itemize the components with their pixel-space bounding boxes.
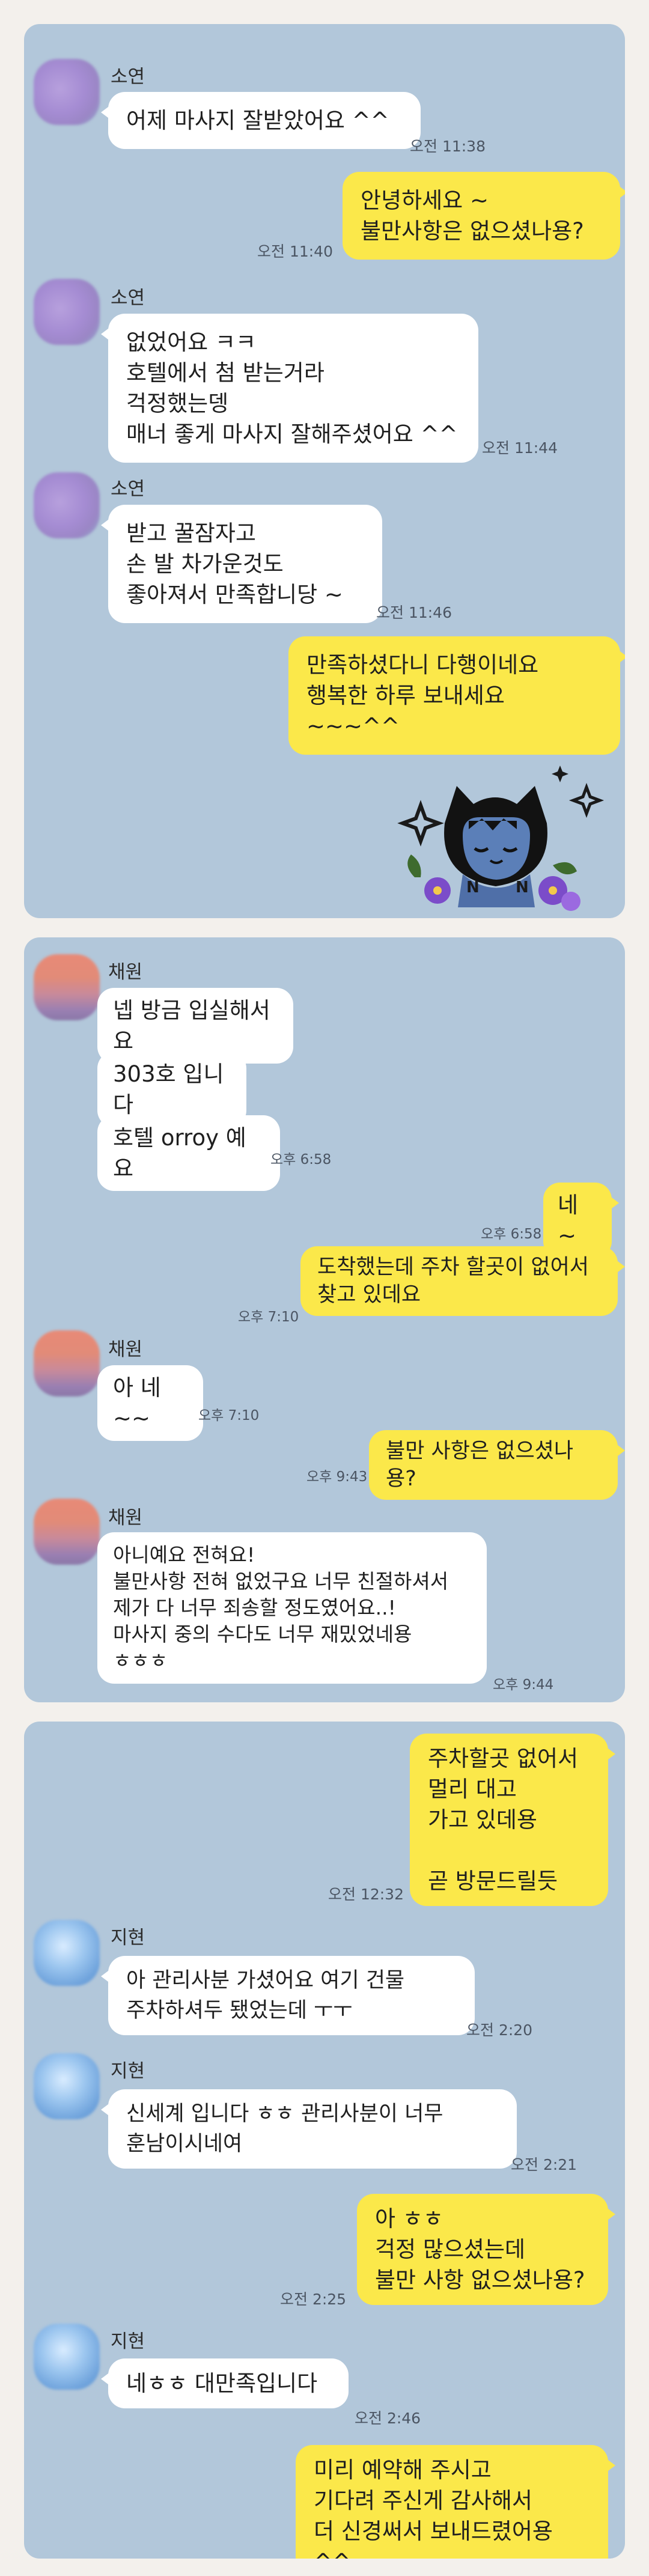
avatar[interactable] <box>34 1920 100 1986</box>
avatar[interactable] <box>34 279 100 345</box>
message-time: 오전 2:25 <box>280 2291 347 2308</box>
sender-name: 지현 <box>111 2060 145 2082</box>
svg-text:N: N <box>466 878 480 897</box>
message-bubble: 아니예요 전혀요! 불만사항 전혀 없었구요 너무 친절하셔서 제가 다 너무 … <box>97 1532 487 1684</box>
chat-panel-soyeon[interactable]: 소연 어제 마사지 잘받았어요 ^^ 오전 11:38 안녕하세요 ~ 불만사항… <box>24 24 625 918</box>
message-bubble: 어제 마사지 잘받았어요 ^^ <box>101 92 421 149</box>
sleeping-character-sticker-icon[interactable]: N N <box>373 751 613 913</box>
avatar[interactable] <box>34 472 100 538</box>
message-time: 오전 11:40 <box>257 243 333 260</box>
message-time: 오전 11:44 <box>482 439 558 457</box>
message-bubble: 없었어요 ㅋㅋ 호텔에서 첨 받는거라 걱정했는뎅 매너 좋게 마사지 잘해주셨… <box>101 314 478 463</box>
message-time: 오전 12:32 <box>328 1886 404 1903</box>
svg-text:N: N <box>516 878 529 897</box>
message-bubble: 받고 꿀잠자고 손 발 차가운것도 좋아져서 만족합니당 ~ <box>101 505 382 623</box>
message-time: 오전 2:46 <box>355 2410 421 2427</box>
message-bubble: 아 관리사분 가셨어요 여기 건물 주차하셔두 됐었는데 ㅜㅜ <box>101 1956 475 2035</box>
message-time: 오전 11:46 <box>376 604 452 621</box>
message-time: 오후 6:58 <box>270 1152 332 1168</box>
chat-panel-chaewon[interactable]: 채원 넵 방금 입실해서요 303호 입니다 호텔 orroy 예요 오후 6:… <box>24 937 625 1702</box>
message-time: 오후 6:58 <box>481 1226 542 1242</box>
avatar[interactable] <box>34 1499 100 1565</box>
message-time: 오전 2:21 <box>511 2156 577 2173</box>
avatar[interactable] <box>34 59 100 125</box>
message-time: 오전 11:38 <box>410 138 486 155</box>
message-bubble: 아 ㅎㅎ 걱정 많으셨는데 불만 사항 없으셨나용? <box>357 2194 615 2305</box>
message-bubble: 불만 사항은 없으셨나용? <box>369 1430 625 1500</box>
avatar[interactable] <box>34 954 100 1020</box>
message-time: 오후 7:10 <box>238 1309 299 1325</box>
sender-name: 채원 <box>108 961 143 983</box>
message-time: 오후 9:43 <box>306 1469 368 1485</box>
chat-screenshot-collage: 소연 어제 마사지 잘받았어요 ^^ 오전 11:38 안녕하세요 ~ 불만사항… <box>0 0 649 2576</box>
sender-name: 채원 <box>108 1507 143 1529</box>
avatar[interactable] <box>34 2324 100 2390</box>
message-bubble: 신세계 입니다 ㅎㅎ 관리사분이 너무 훈남이시네여 <box>101 2089 517 2169</box>
message-time: 오후 9:44 <box>493 1677 554 1693</box>
avatar[interactable] <box>34 1330 100 1396</box>
message-bubble: 안녕하세요 ~ 불만사항은 없으셨나용? <box>343 172 625 260</box>
sender-name: 지현 <box>111 1927 145 1949</box>
message-time: 오후 7:10 <box>198 1408 260 1423</box>
message-bubble: 도착했는데 주차 할곳이 없어서 찾고 있데요 <box>300 1246 625 1316</box>
sender-name: 소연 <box>111 66 145 88</box>
message-bubble: 네ㅎㅎ 대만족입니다 <box>101 2358 349 2408</box>
message-bubble: 미리 예약해 주시고 기다려 주신게 감사해서 더 신경써서 보내드렸어용 ^^ <box>296 2445 615 2559</box>
message-time: 오전 2:20 <box>466 2021 533 2039</box>
message-bubble: 주차할곳 없어서 멀리 대고 가고 있데용 곧 방문드릴듯 <box>410 1734 615 1906</box>
avatar[interactable] <box>34 2053 100 2119</box>
message-bubble: 호텔 orroy 예요 <box>97 1115 280 1191</box>
chat-panel-jihyeon[interactable]: 주차할곳 없어서 멀리 대고 가고 있데용 곧 방문드릴듯 오전 12:32 지… <box>24 1722 625 2559</box>
sender-name: 채원 <box>108 1339 143 1360</box>
message-bubble: 아 네~~ <box>97 1365 203 1441</box>
message-bubble: 만족하셨다니 다행이네요 행복한 하루 보내세요 ~~~^^ <box>288 636 625 755</box>
sender-name: 소연 <box>111 478 145 500</box>
sender-name: 소연 <box>111 287 145 309</box>
sender-name: 지현 <box>111 2331 145 2352</box>
